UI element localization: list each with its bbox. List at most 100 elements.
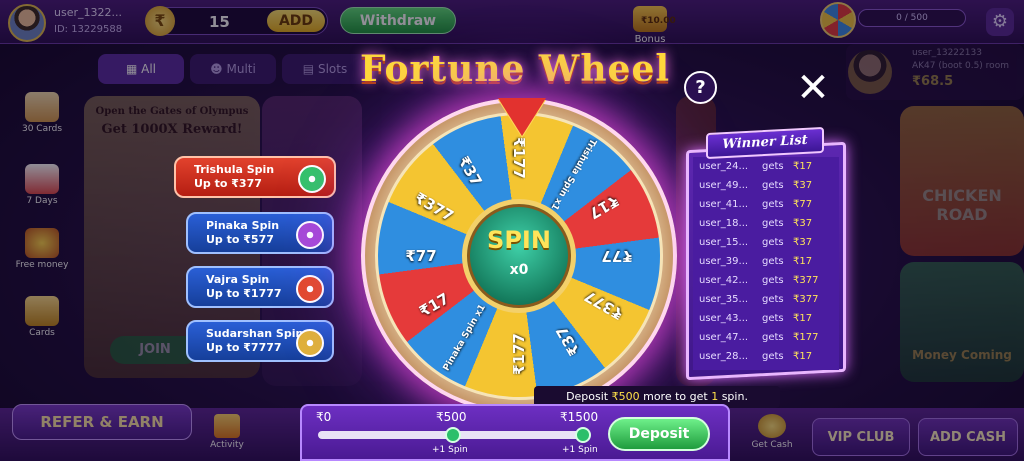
winner-row: user_49... gets ₹37: [699, 180, 812, 191]
progress-tick-2: ₹1500: [560, 410, 599, 424]
get-cash-button[interactable]: Get Cash: [742, 414, 802, 450]
clover-icon: [296, 275, 324, 303]
add-cash-button[interactable]: ADD CASH: [918, 418, 1018, 456]
chicken-road-tile[interactable]: CHICKEN ROAD: [900, 106, 1024, 256]
milestone-reward-2: +1 Spin: [562, 445, 598, 455]
winner-user: user_28...: [699, 351, 749, 362]
lock-icon: [296, 329, 324, 357]
winner-user: user_41...: [699, 199, 749, 210]
progress-tick-0: ₹0: [316, 410, 332, 424]
wheel-segment-label: ₹37: [454, 153, 486, 190]
winner-row: user_42... gets ₹377: [699, 275, 818, 286]
spin-type-button[interactable]: Vajra Spin Up to ₹1777: [186, 266, 334, 308]
bonus-label: Bonus: [634, 34, 666, 45]
deposit-tip-prefix: Deposit: [566, 390, 612, 403]
coin-icon: [758, 414, 786, 438]
clover-icon: [296, 221, 324, 249]
winner-gets: gets: [762, 275, 784, 286]
winner-amount: ₹17: [793, 256, 813, 267]
tab-all[interactable]: ▦ All: [98, 54, 184, 84]
group-icon: ☻: [210, 62, 227, 76]
wheel-segment-label: Trishula Spin x1: [548, 136, 598, 212]
add-button[interactable]: ADD: [267, 10, 325, 32]
sidebar-item-7-days[interactable]: 7 Days: [12, 164, 72, 206]
treasure-chest-icon: ₹10.00: [633, 6, 676, 32]
sidebar-item-30-cards[interactable]: 30 Cards: [12, 92, 72, 134]
big-win-detail: AK47 (boot 0.5) room: [912, 61, 1009, 71]
tab-slots-label: Slots: [317, 62, 348, 76]
winner-amount: ₹177: [793, 332, 819, 343]
promo-line-2: Get 1000X Reward!: [101, 122, 243, 137]
winner-user: user_24...: [699, 161, 749, 172]
winner-user: user_43...: [699, 313, 749, 324]
deposit-tip-amount: ₹500: [611, 390, 640, 403]
big-win-user: user_13222133: [912, 48, 982, 58]
gift-icon: [214, 414, 240, 438]
spin-button[interactable]: SPIN x0: [462, 199, 576, 313]
deposit-tip-suffix: spin.: [718, 390, 748, 403]
prize-wheel-icon[interactable]: [820, 2, 856, 38]
winner-amount: ₹377: [793, 294, 819, 305]
winner-user: user_49...: [699, 180, 749, 191]
money-coming-tile[interactable]: Money Coming: [900, 262, 1024, 382]
avatar[interactable]: [8, 4, 46, 42]
spin-type-list: Trishula Spin Up to ₹377 Pinaka Spin Up to …: [174, 156, 336, 366]
sidebar-item-cards[interactable]: Cards: [12, 296, 72, 338]
deposit-tip-middle: more to get: [639, 390, 712, 403]
winner-list[interactable]: user_24... gets ₹17 user_49... gets ₹37 user_4…: [693, 157, 839, 370]
milestone-reward-1: +1 Spin: [432, 445, 468, 455]
sidebar-item-label: 30 Cards: [21, 124, 63, 134]
cards-icon: [25, 92, 59, 122]
close-button[interactable]: ✕: [796, 68, 830, 108]
winner-user: user_18...: [699, 218, 749, 229]
winner-amount: ₹37: [793, 180, 813, 191]
balance-value: 15: [209, 13, 230, 31]
progress-tick-1: ₹500: [436, 410, 467, 424]
get-cash-label: Get Cash: [751, 440, 793, 450]
winner-gets: gets: [762, 256, 784, 267]
winner-gets: gets: [762, 237, 784, 248]
winner-gets: gets: [762, 332, 784, 343]
vip-club-button[interactable]: VIP CLUB: [812, 418, 910, 456]
modal-title: Fortune Wheel: [359, 48, 671, 90]
wheel-segment-label: ₹77: [405, 247, 437, 265]
winner-amount: ₹17: [793, 351, 813, 362]
money-coming-title: Money Coming: [912, 348, 1012, 362]
wheel-segment-label: ₹177: [510, 333, 528, 375]
calendar-icon: [25, 164, 59, 194]
refer-earn-button[interactable]: REFER & EARN: [12, 404, 192, 440]
activity-button[interactable]: Activity: [204, 414, 250, 450]
rupee-coin-icon: ₹: [145, 6, 175, 36]
help-button[interactable]: ?: [684, 71, 717, 104]
milestone-clover-icon: [575, 427, 591, 443]
card-stack-icon: [25, 296, 59, 326]
wheel-segment-label: ₹37: [552, 322, 584, 359]
winner-user: user_42...: [699, 275, 749, 286]
wheel-segment-label: ₹377: [581, 286, 627, 324]
vip-progress: 0 / 500: [858, 9, 966, 27]
promo-line-1: Open the Gates of Olympus: [95, 106, 249, 117]
winner-gets: gets: [762, 161, 784, 172]
sidebar-item-free-money[interactable]: Free money: [12, 228, 72, 270]
winner-amount: ₹77: [793, 199, 813, 210]
winner-row: user_39... gets ₹17: [699, 256, 812, 267]
withdraw-button[interactable]: Withdraw: [340, 7, 456, 34]
balance-pill: ₹ 15 ADD: [145, 6, 328, 36]
sidebar-item-label: 7 Days: [26, 196, 58, 206]
big-win-banner: user_13222133 AK47 (boot 0.5) room ₹68.5: [846, 44, 1024, 100]
gear-icon[interactable]: ⚙: [986, 8, 1014, 36]
winner-row: user_35... gets ₹377: [699, 294, 818, 305]
user-id: ID: 13229588: [54, 24, 123, 35]
winner-user: user_47...: [699, 332, 749, 343]
sidebar-item-label: Cards: [29, 328, 55, 338]
spin-type-button[interactable]: Trishula Spin Up to ₹377: [174, 156, 336, 198]
spin-type-button[interactable]: Pinaka Spin Up to ₹577: [186, 212, 334, 254]
deposit-button[interactable]: Deposit: [608, 417, 710, 451]
spin-type-button[interactable]: Sudarshan Spin Up to ₹7777: [186, 320, 334, 362]
tab-multi[interactable]: ☻ Multi: [190, 54, 276, 84]
winner-row: user_24... gets ₹17: [699, 161, 812, 172]
winner-amount: ₹377: [793, 275, 819, 286]
bonus-button[interactable]: ₹10.00 Bonus: [626, 6, 676, 45]
winner-row: user_15... gets ₹37: [699, 237, 812, 248]
top-bar: user_1322... ID: 13229588 ₹ 15 ADD Withd…: [0, 0, 1024, 45]
